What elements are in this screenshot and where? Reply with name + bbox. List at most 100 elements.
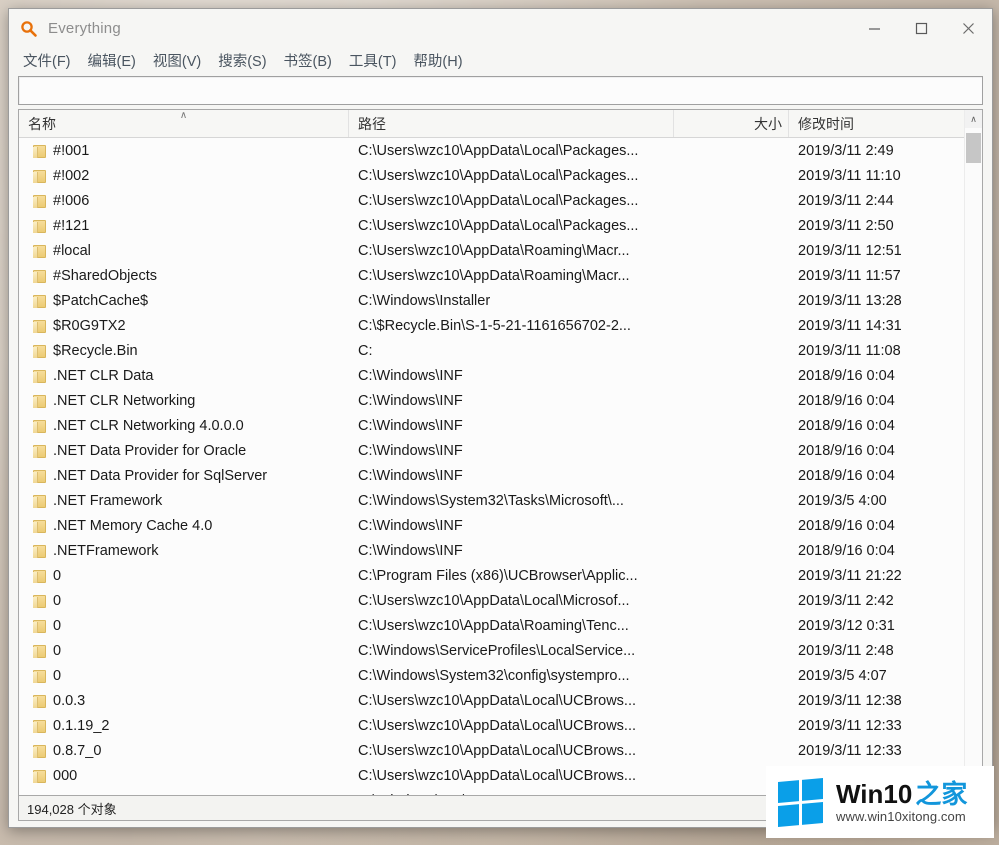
table-row[interactable]: #!006 C:\Users\wzc10\AppData\Local\Packag… [19, 188, 982, 213]
folder-icon [33, 669, 46, 683]
cell-modified: 2018/9/16 0:04 [798, 442, 895, 459]
cell-name: .NET CLR Networking 4.0.0.0 [19, 418, 349, 434]
cell-modified: 2019/3/11 12:33 [798, 742, 902, 759]
folder-icon [33, 719, 46, 733]
table-row[interactable]: #SharedObjects C:\Users\wzc10\AppData\Roa… [19, 263, 982, 288]
cell-name: .NET Data Provider for Oracle [19, 443, 349, 459]
table-row[interactable]: .NET Framework C:\Windows\System32\Tasks\… [19, 488, 982, 513]
table-row[interactable]: #!001 C:\Users\wzc10\AppData\Local\Packag… [19, 138, 982, 163]
maximize-button[interactable] [898, 9, 945, 48]
column-header-1[interactable]: 路径 [349, 110, 674, 137]
table-row[interactable]: 0 C:\Windows\ServiceProfiles\LocalService… [19, 638, 982, 663]
cell-name: $Recycle.Bin [19, 343, 349, 359]
table-row[interactable]: #local C:\Users\wzc10\AppData\Roaming\Mac… [19, 238, 982, 263]
table-row[interactable]: .NET CLR Networking 4.0.0.0 C:\Windows\IN… [19, 413, 982, 438]
cell-modified: 2019/3/11 2:44 [798, 192, 894, 209]
column-header-2[interactable]: 大小 [674, 110, 789, 137]
menu-bookmark[interactable]: 书签(B) [284, 48, 341, 73]
file-name-label: $PatchCache$ [53, 292, 149, 309]
file-name-label: 0.0.3 [53, 692, 86, 709]
menu-edit[interactable]: 编辑(E) [88, 48, 145, 73]
cell-name: #SharedObjects [19, 268, 349, 284]
cell-name: 0 [19, 568, 349, 584]
table-row[interactable]: .NET Data Provider for SqlServer C:\Windo… [19, 463, 982, 488]
cell-modified: 2018/9/16 0:04 [798, 467, 895, 484]
search-input[interactable] [19, 77, 982, 104]
table-row[interactable]: #!002 C:\Users\wzc10\AppData\Local\Packag… [19, 163, 982, 188]
file-name-label: 0 [53, 592, 62, 609]
table-row[interactable]: $R0G9TX2 C:\$Recycle.Bin\S-1-5-21-1161656… [19, 313, 982, 338]
column-header-0[interactable]: 名称 ∧ [19, 110, 349, 137]
cell-path: C:\Users\wzc10\AppData\Local\Packages... [358, 192, 639, 209]
search-box[interactable] [18, 76, 983, 105]
cell-name: #!002 [19, 168, 349, 184]
column-header-label: 名称 [28, 115, 56, 132]
cell-name: $R0G9TX2 [19, 318, 349, 334]
column-header-3[interactable]: 修改时间 [789, 110, 981, 137]
scrollbar-thumb[interactable] [966, 133, 981, 163]
file-name-label: 0 [53, 667, 62, 684]
file-name-label: 0 [53, 642, 62, 659]
table-row[interactable]: .NET Data Provider for Oracle C:\Windows\… [19, 438, 982, 463]
file-name-label: #!002 [53, 167, 90, 184]
table-row[interactable]: $Recycle.Bin C: 2019/3/11 11:08 [19, 338, 982, 363]
table-row[interactable]: .NET CLR Data C:\Windows\INF 2018/9/16 0:0… [19, 363, 982, 388]
folder-icon [33, 744, 46, 758]
cell-path: C:\Windows\ServiceProfiles\LocalService.… [358, 642, 636, 659]
file-name-label: .NET CLR Data [53, 367, 154, 384]
cell-name: .NET CLR Networking [19, 393, 349, 409]
menu-view[interactable]: 视图(V) [153, 48, 210, 73]
cell-modified: 2019/3/11 13:28 [798, 292, 902, 309]
menu-file[interactable]: 文件(F) [23, 48, 80, 73]
cell-path: C: [358, 342, 373, 359]
table-row[interactable]: .NETFramework C:\Windows\INF 2018/9/16 0:0… [19, 538, 982, 563]
table-row[interactable]: 0.1.19_2 C:\Users\wzc10\AppData\Local\UCB… [19, 713, 982, 738]
scroll-up-button[interactable]: ∧ [965, 110, 982, 128]
table-row[interactable]: #!121 C:\Users\wzc10\AppData\Local\Packag… [19, 213, 982, 238]
window-controls [851, 9, 992, 48]
cell-modified: 2019/3/11 2:42 [798, 592, 894, 609]
menu-help[interactable]: 帮助(H) [413, 48, 471, 73]
menu-tools[interactable]: 工具(T) [349, 48, 406, 73]
file-name-label: .NET CLR Networking [53, 392, 196, 409]
table-row[interactable]: 0 C:\Program Files (x86)\UCBrowser\Applic… [19, 563, 982, 588]
menu-search[interactable]: 搜索(S) [218, 48, 275, 73]
everything-window: Everything 文件(F) 编辑(E) 视图(V) 搜索(S) 书签(B) 工具(T… [8, 8, 993, 828]
cell-path: C:\Users\wzc10\AppData\Local\Packages... [358, 142, 639, 159]
table-row[interactable]: $PatchCache$ C:\Windows\Installer 2019/3/1… [19, 288, 982, 313]
close-button[interactable] [945, 9, 992, 48]
cell-path: C:\Users\wzc10\AppData\Roaming\Tenc... [358, 617, 629, 634]
folder-icon [33, 369, 46, 383]
cell-path: C:\Windows\INF [358, 517, 463, 534]
cell-name: #!006 [19, 193, 349, 209]
cell-modified: 2018/9/16 0:04 [798, 392, 895, 409]
title-bar: Everything [9, 9, 992, 48]
table-row[interactable]: .NET Memory Cache 4.0 C:\Windows\INF 2018/… [19, 513, 982, 538]
vertical-scrollbar[interactable]: ∧ [964, 110, 982, 795]
table-row[interactable]: 0 C:\Users\wzc10\AppData\Roaming\Tenc... 2… [19, 613, 982, 638]
table-row[interactable]: 0 C:\Windows\System32\config\systempro...… [19, 663, 982, 688]
cell-path: C:\$Recycle.Bin\S-1-5-21-1161656702-2... [358, 317, 631, 334]
cell-name: .NET CLR Data [19, 368, 349, 384]
cell-path: C:\Users\wzc10\AppData\Local\UCBrows... [358, 717, 637, 734]
cell-modified: 2018/9/16 0:04 [798, 517, 895, 534]
table-row[interactable]: 0.0.3 C:\Users\wzc10\AppData\Local\UCBrow… [19, 688, 982, 713]
cell-modified: 2019/3/11 11:10 [798, 167, 901, 184]
table-row[interactable]: 0 C:\Users\wzc10\AppData\Local\Microsof..… [19, 588, 982, 613]
watermark-text: Win10 之家 www.win10xitong.com [836, 781, 967, 824]
minimize-button[interactable] [851, 9, 898, 48]
cell-modified: 2019/3/11 2:48 [798, 642, 894, 659]
cell-modified: 2018/9/16 0:04 [798, 367, 895, 384]
cell-path: C:\Windows\INF [358, 442, 463, 459]
file-name-label: #SharedObjects [53, 267, 157, 284]
table-row[interactable]: .NET CLR Networking C:\Windows\INF 2018/9/… [19, 388, 982, 413]
cell-modified: 2019/3/5 4:07 [798, 667, 887, 684]
file-name-label: $Recycle.Bin [53, 342, 138, 359]
folder-icon [33, 394, 46, 408]
table-row[interactable]: 0.8.7_0 C:\Users\wzc10\AppData\Local\UCBr… [19, 738, 982, 763]
file-name-label: .NET Data Provider for SqlServer [53, 467, 268, 484]
cell-name: .NET Framework [19, 493, 349, 509]
cell-name: #!121 [19, 218, 349, 234]
cell-name: 0.1.19_2 [19, 718, 349, 734]
cell-path: C:\Windows\INF [358, 417, 463, 434]
